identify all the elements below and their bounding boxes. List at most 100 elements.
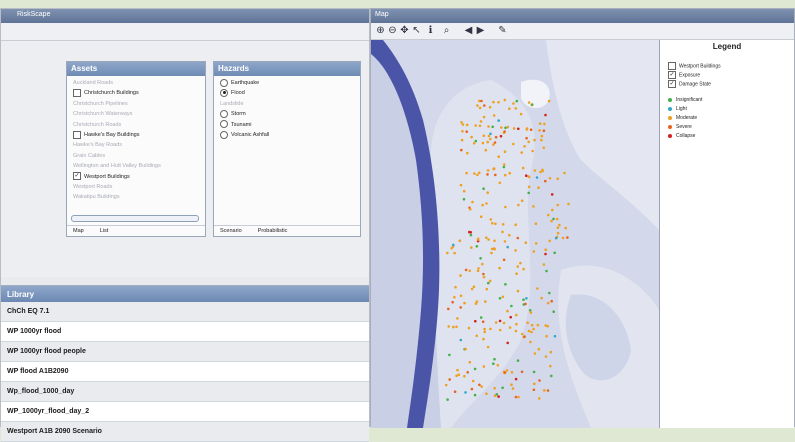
assets-list-link[interactable]: List xyxy=(100,228,109,234)
building-damage-point xyxy=(538,397,541,400)
back-arrow-icon[interactable]: ◀ xyxy=(463,25,474,37)
building-damage-point xyxy=(481,262,484,266)
building-damage-point xyxy=(490,251,493,255)
hazards-probabilistic-tab[interactable]: Probabilistic xyxy=(258,228,288,234)
library-item[interactable]: WP flood A1B2090 xyxy=(1,362,369,382)
hazard-item[interactable]: Tsunami xyxy=(220,120,251,130)
building-damage-point xyxy=(533,382,536,386)
hazard-item[interactable]: Landslide xyxy=(220,99,244,109)
hazard-item[interactable]: Earthquake xyxy=(220,78,259,88)
building-damage-point xyxy=(503,98,507,102)
legend-color-swatch xyxy=(668,115,672,120)
asset-label: Westport Buildings xyxy=(84,173,130,180)
building-damage-point xyxy=(476,238,480,241)
building-damage-point xyxy=(542,263,546,266)
forward-arrow-icon[interactable]: ▶ xyxy=(475,25,486,37)
zoom-in-icon[interactable]: ⊕ xyxy=(375,25,386,37)
legend-class-label: Insignificant xyxy=(676,97,703,103)
legend-layer-checkbox[interactable]: ✓ xyxy=(668,71,676,79)
building-damage-point xyxy=(499,134,503,138)
asset-checkbox[interactable] xyxy=(73,88,81,97)
pan-icon[interactable]: ✥ xyxy=(399,25,410,37)
asset-item[interactable]: Auckland Roads xyxy=(73,78,113,88)
legend-layer-label: Damage State xyxy=(679,81,711,88)
asset-item[interactable]: ✓ Westport Buildings xyxy=(73,172,130,182)
building-damage-point xyxy=(496,363,500,367)
legend-layer-item[interactable]: Westport Buildings xyxy=(668,62,721,71)
assets-map-link[interactable]: Map xyxy=(73,228,84,234)
legend-layer-checkbox[interactable]: ✓ xyxy=(668,80,676,88)
hazards-scenario-tab[interactable]: Scenario xyxy=(220,228,242,234)
building-damage-point xyxy=(544,324,547,327)
hazard-radio[interactable] xyxy=(220,88,228,97)
building-damage-point xyxy=(494,222,497,226)
building-damage-point xyxy=(488,105,492,109)
hazard-radio[interactable] xyxy=(220,109,228,118)
asset-checkbox[interactable]: ✓ xyxy=(73,172,81,181)
building-damage-point xyxy=(556,203,560,207)
hazard-radio[interactable] xyxy=(220,78,228,87)
building-damage-point xyxy=(515,322,518,326)
asset-checkbox[interactable] xyxy=(73,130,81,139)
building-damage-point xyxy=(547,99,551,103)
draw-pen-icon[interactable]: ✎ xyxy=(497,25,508,37)
asset-item[interactable]: Christchurch Buildings xyxy=(73,88,139,98)
flood-map-svg[interactable] xyxy=(371,40,659,428)
legend-layer-item[interactable]: ✓ Damage State xyxy=(668,80,711,89)
asset-item[interactable]: Hawke's Bay Roads xyxy=(73,140,122,150)
building-damage-point xyxy=(494,173,497,177)
legend-layer-item[interactable]: ✓ Exposure xyxy=(668,71,700,80)
zoom-out-icon[interactable]: ⊖ xyxy=(387,25,398,37)
map-canvas[interactable] xyxy=(371,40,659,428)
asset-item[interactable]: Hawke's Bay Buildings xyxy=(73,130,139,140)
library-item[interactable]: Westport A1B 2090 Scenario xyxy=(1,422,369,442)
building-damage-point xyxy=(459,306,462,309)
left-window-titlebar[interactable]: RiskScape xyxy=(1,9,369,23)
building-damage-point xyxy=(456,368,459,372)
building-damage-point xyxy=(503,173,507,177)
asset-item[interactable]: Christchurch Roads xyxy=(73,120,121,130)
building-damage-point xyxy=(534,242,538,245)
asset-item[interactable]: Westport Roads xyxy=(73,182,112,192)
building-damage-point xyxy=(463,301,466,305)
legend-color-swatch xyxy=(668,106,672,111)
asset-item[interactable]: Grain Cables xyxy=(73,151,105,161)
library-item[interactable]: Wp_flood_1000_day xyxy=(1,382,369,402)
asset-item[interactable]: Wellington and Hutt Valley Buildings xyxy=(73,161,161,171)
building-damage-point xyxy=(480,385,483,388)
hazard-item[interactable]: Flood xyxy=(220,88,245,98)
building-damage-point xyxy=(534,222,538,225)
building-damage-point xyxy=(541,168,544,172)
select-arrow-icon[interactable]: ↖ xyxy=(411,25,422,37)
library-item[interactable]: WP_1000yr_flood_day_2 xyxy=(1,402,369,422)
building-damage-point xyxy=(453,251,456,255)
hazard-item[interactable]: Storm xyxy=(220,109,246,119)
building-damage-point xyxy=(470,246,473,249)
info-icon[interactable]: ℹ xyxy=(425,25,436,37)
building-damage-point xyxy=(520,199,524,202)
building-damage-point xyxy=(532,370,536,374)
hazard-radio[interactable] xyxy=(220,120,228,129)
asset-item[interactable]: Christchurch Pipelines xyxy=(73,99,128,109)
legend-layer-checkbox[interactable] xyxy=(668,62,676,70)
building-damage-point xyxy=(525,297,528,300)
building-damage-point xyxy=(475,245,479,248)
building-damage-point xyxy=(470,387,474,391)
library-item[interactable]: WP 1000yr flood xyxy=(1,322,369,342)
asset-label: Christchurch Roads xyxy=(73,121,122,128)
zoom-extent-icon[interactable]: ⌕ xyxy=(441,25,452,37)
legend-class-label: Collapse xyxy=(676,133,696,139)
building-damage-point xyxy=(505,369,509,372)
asset-item[interactable]: Wakatipu Buildings xyxy=(73,192,120,202)
building-damage-point xyxy=(533,352,537,355)
building-damage-point xyxy=(514,329,518,333)
hazard-item[interactable]: Volcanic Ashfall xyxy=(220,130,269,140)
hazard-label: Storm xyxy=(231,111,246,118)
library-item[interactable]: ChCh EQ 7.1 xyxy=(1,302,369,322)
assets-scrollbar[interactable] xyxy=(71,215,199,222)
library-item[interactable]: WP 1000yr flood people xyxy=(1,342,369,362)
asset-item[interactable]: Christchurch Waterways xyxy=(73,109,132,119)
map-window-titlebar[interactable]: Map xyxy=(371,9,794,23)
building-damage-point xyxy=(464,391,467,394)
hazard-radio[interactable] xyxy=(220,130,228,139)
